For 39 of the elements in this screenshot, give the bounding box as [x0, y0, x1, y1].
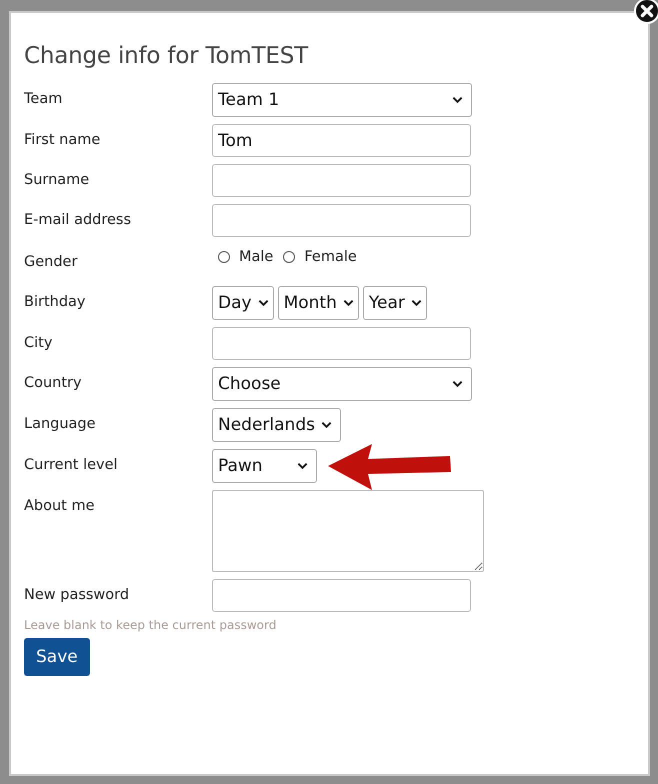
chevron-icon — [297, 462, 308, 470]
field-label: Birthday — [24, 293, 86, 310]
field-label: Current level — [24, 456, 119, 473]
text-field[interactable] — [212, 164, 471, 197]
chevron-icon — [320, 421, 332, 429]
text-field[interactable]: Tom — [212, 124, 471, 157]
radio-button[interactable]: Male — [218, 249, 274, 265]
dropdown[interactable]: Day — [212, 286, 274, 320]
dropdown[interactable]: Team 1 — [212, 83, 472, 117]
text-field[interactable] — [212, 327, 471, 360]
text-field[interactable] — [212, 204, 471, 237]
chevron-icon — [410, 299, 422, 307]
dropdown[interactable]: Choose — [212, 367, 472, 401]
hint-text: Leave blank to keep the current password — [24, 618, 278, 632]
field-label: First name — [24, 131, 102, 148]
password-field[interactable] — [212, 579, 471, 612]
dropdown[interactable]: Month — [278, 286, 359, 320]
field-label: E-mail address — [24, 211, 132, 228]
dropdown[interactable]: Pawn — [212, 449, 317, 483]
chevron-icon — [452, 380, 463, 388]
close-icon[interactable] — [634, 0, 658, 24]
text-area[interactable] — [212, 490, 484, 572]
field-label: City — [24, 334, 54, 351]
field-label: Country — [24, 374, 83, 391]
chevron-icon — [452, 96, 463, 104]
field-label: Language — [24, 415, 97, 432]
field-label: Surname — [24, 171, 90, 188]
field-label: New password — [24, 586, 130, 603]
save-button[interactable]: Save — [24, 638, 90, 676]
chevron-icon — [342, 299, 354, 307]
dropdown[interactable]: Nederlands — [212, 408, 341, 442]
dropdown[interactable]: Year — [362, 286, 427, 320]
field-label: About me — [24, 497, 96, 514]
arrow-icon — [328, 444, 452, 490]
chevron-icon — [258, 299, 269, 307]
radio-button[interactable]: Female — [283, 249, 357, 265]
dialog-title: Change info for TomTEST — [24, 43, 310, 69]
field-label: Gender — [24, 253, 78, 270]
field-label: Team — [24, 90, 64, 107]
